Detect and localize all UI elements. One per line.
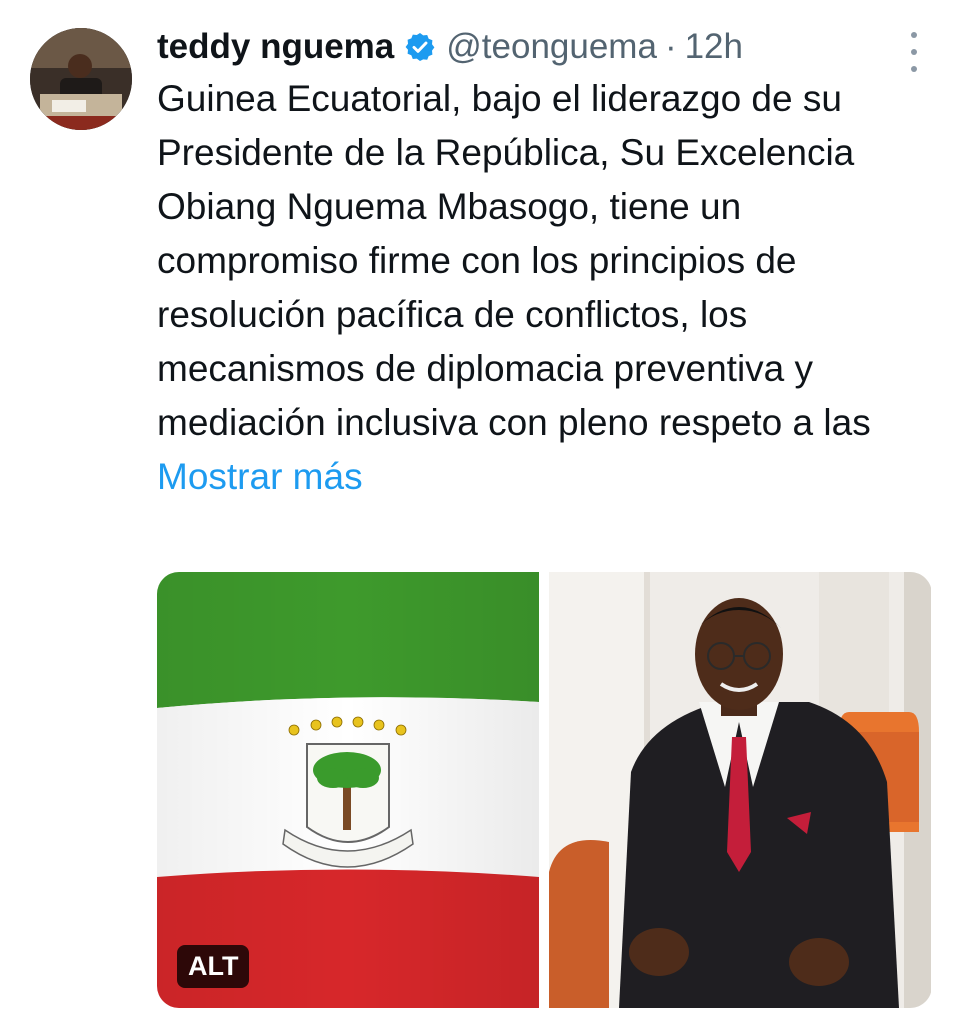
more-options-icon[interactable] — [904, 32, 924, 72]
tweet-header: teddy nguema @teonguema · 12h — [157, 22, 920, 72]
flag-image — [157, 572, 539, 1008]
author-name[interactable]: teddy nguema — [157, 27, 394, 67]
separator-dot: · — [664, 27, 677, 66]
tweet-body: Guinea Ecuatorial, bajo el liderazgo de … — [157, 78, 871, 443]
media-image-portrait[interactable] — [549, 572, 931, 1008]
alt-badge[interactable]: ALT — [177, 945, 250, 988]
verified-badge-icon — [404, 31, 436, 63]
media-image-flag[interactable]: ALT — [157, 572, 539, 1008]
tweet-text: Guinea Ecuatorial, bajo el liderazgo de … — [157, 72, 932, 504]
author-avatar[interactable] — [30, 28, 132, 130]
author-handle[interactable]: @teonguema — [446, 27, 657, 67]
media-grid: ALT — [157, 572, 932, 1008]
avatar-photo — [30, 28, 132, 130]
tweet-timestamp[interactable]: 12h — [685, 27, 743, 67]
portrait-photo — [549, 572, 931, 1008]
show-more-link[interactable]: Mostrar más — [157, 456, 363, 497]
